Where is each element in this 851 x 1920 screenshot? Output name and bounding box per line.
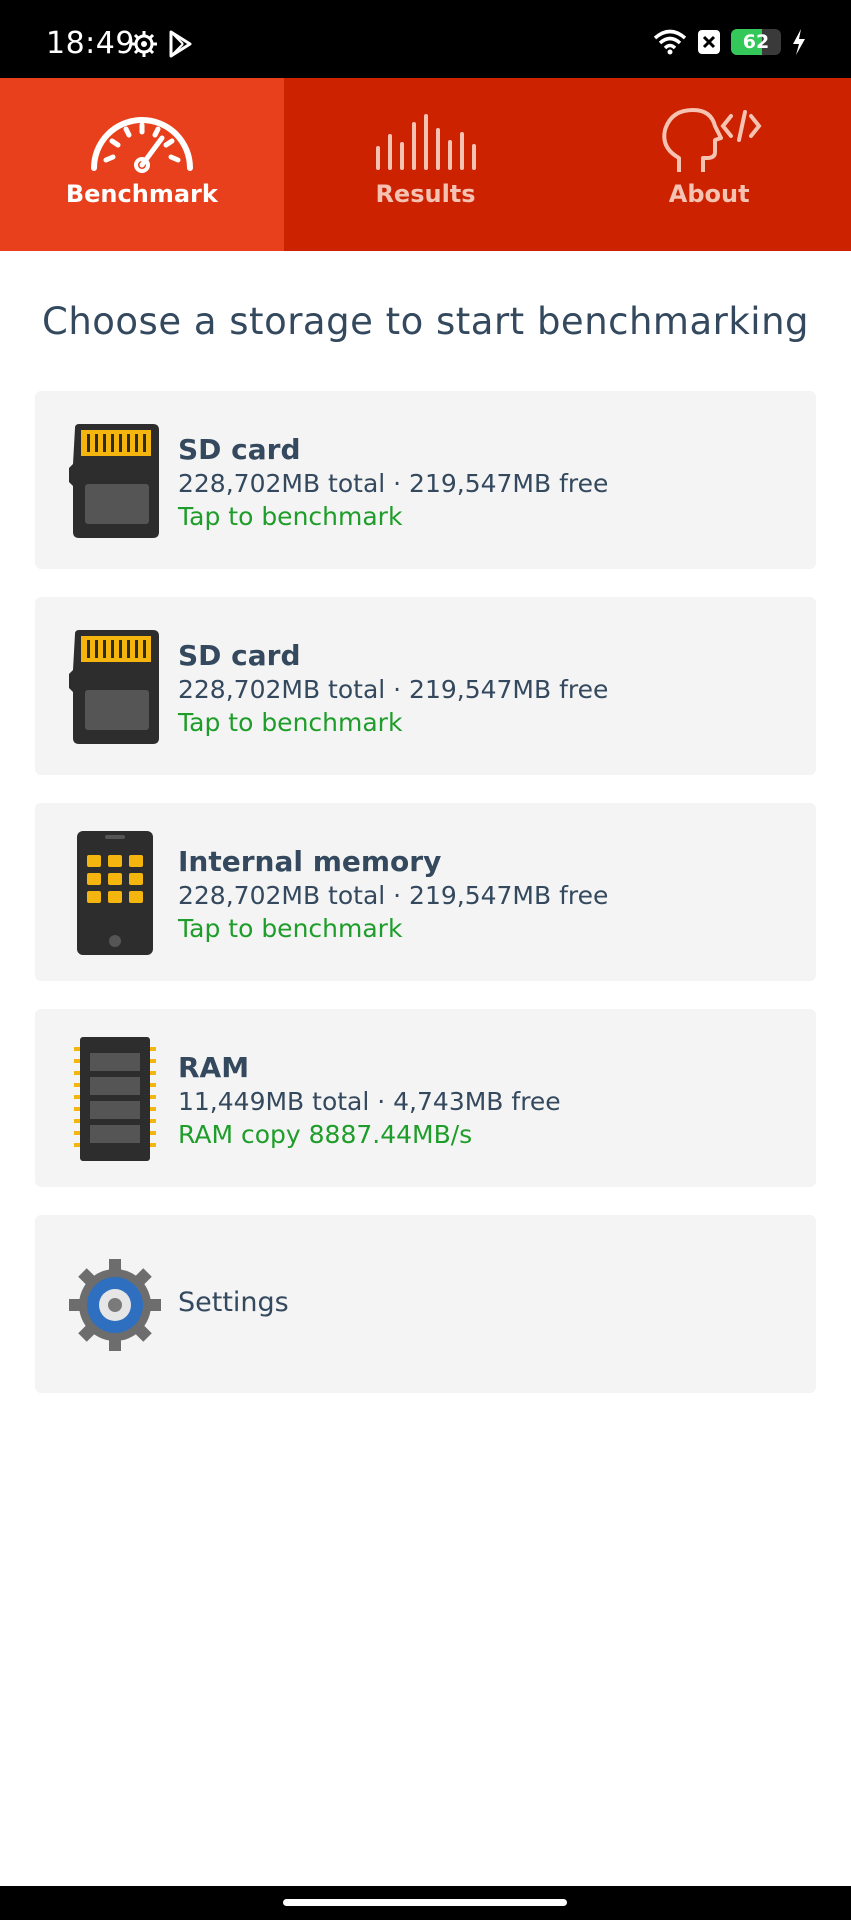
storage-name: RAM [178, 1051, 250, 1084]
charging-icon [793, 29, 805, 55]
storage-card-sd-card-1[interactable]: SD card 228,702MB total · 219,547MB free… [35, 391, 816, 569]
storage-card-ram[interactable]: RAM 11,449MB total · 4,743MB free RAM co… [35, 1009, 816, 1187]
storage-action: Tap to benchmark [178, 914, 403, 943]
status-right-icons: 62 [653, 28, 807, 56]
speedometer-icon [90, 117, 193, 173]
status-left-icons [130, 30, 194, 58]
storage-name: SD card [178, 433, 301, 466]
close-box-icon [698, 30, 720, 54]
home-gesture-handle[interactable] [283, 1899, 567, 1906]
ram-icon [60, 1037, 170, 1161]
bars-icon [375, 114, 476, 170]
battery-level: 62 [742, 31, 770, 53]
gear-icon [131, 31, 157, 57]
head-code-icon [662, 108, 762, 172]
settings-card[interactable]: Settings [35, 1215, 816, 1393]
status-bar: 18:49 62 [0, 0, 851, 78]
play-store-icon [169, 30, 192, 58]
sd-card-icon [60, 627, 170, 747]
tab-about[interactable]: About [567, 78, 851, 251]
tab-bar: Benchmark Results About [0, 78, 851, 251]
storage-name: Internal memory [178, 845, 442, 878]
storage-action: RAM copy 8887.44MB/s [178, 1120, 473, 1149]
tab-benchmark[interactable]: Benchmark [0, 78, 284, 251]
storage-action: Tap to benchmark [178, 502, 403, 531]
storage-sizes: 228,702MB total · 219,547MB free [178, 469, 609, 498]
storage-sizes: 11,449MB total · 4,743MB free [178, 1087, 561, 1116]
battery-icon: 62 [731, 29, 781, 55]
storage-action: Tap to benchmark [178, 708, 403, 737]
tab-label: Results [375, 180, 476, 208]
storage-card-sd-card-2[interactable]: SD card 228,702MB total · 219,547MB free… [35, 597, 816, 775]
storage-name: SD card [178, 639, 301, 672]
tab-label: Benchmark [65, 180, 218, 208]
tab-label: About [668, 180, 750, 208]
storage-sizes: 228,702MB total · 219,547MB free [178, 881, 609, 910]
page-title: Choose a storage to start benchmarking [41, 300, 810, 343]
settings-gear-icon [60, 1245, 170, 1365]
status-time: 18:49 [46, 26, 135, 61]
sd-card-icon [60, 421, 170, 541]
wifi-icon [653, 29, 687, 55]
phone-icon [60, 831, 170, 955]
storage-card-internal-memory[interactable]: Internal memory 228,702MB total · 219,54… [35, 803, 816, 981]
tab-results[interactable]: Results [284, 78, 568, 251]
storage-sizes: 228,702MB total · 219,547MB free [178, 675, 609, 704]
settings-label: Settings [178, 1287, 289, 1318]
